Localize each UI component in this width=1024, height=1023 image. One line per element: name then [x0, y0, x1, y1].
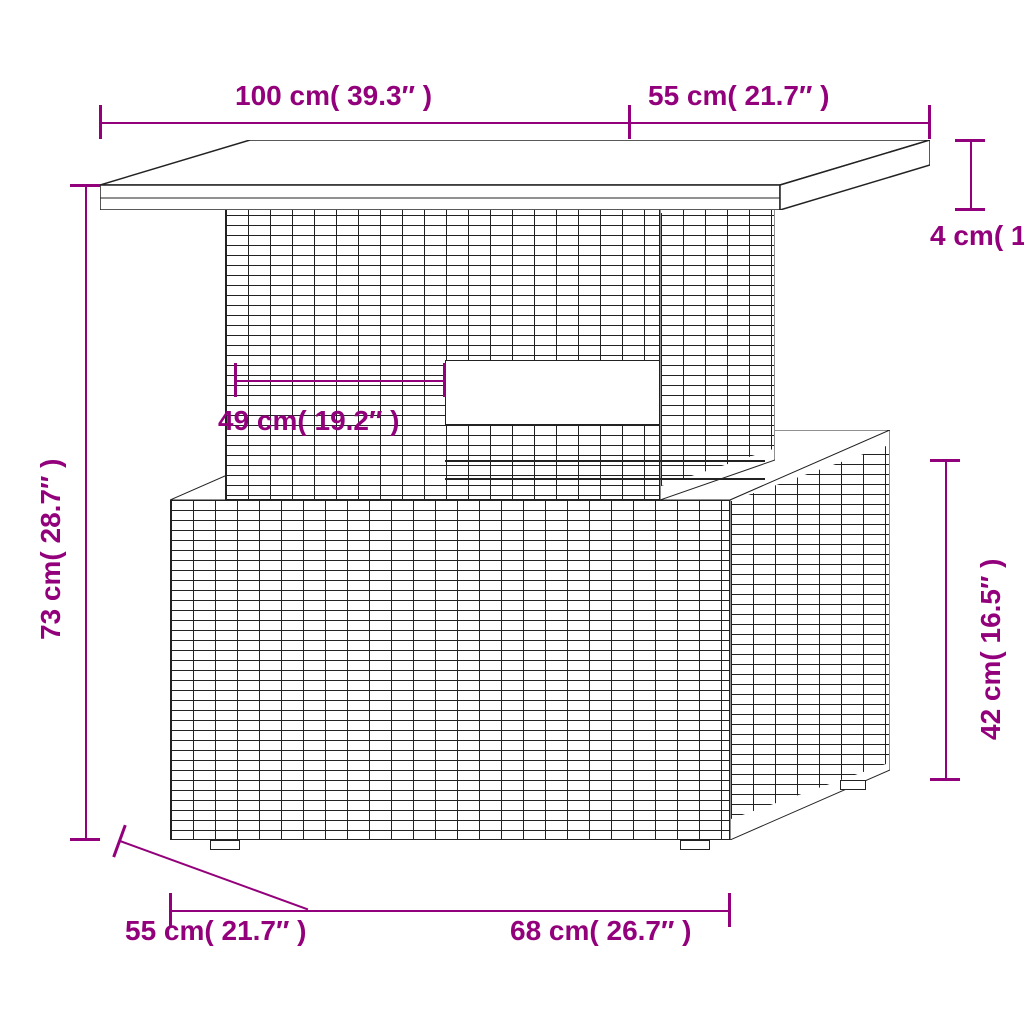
- dim-top-depth: 55 cm( 21.7″ ): [648, 80, 830, 112]
- foot: [680, 840, 710, 850]
- dimension-diagram: 100 cm( 39.3″ ) 55 cm( 21.7″ ) 4 cm( 1.6…: [0, 0, 1024, 1023]
- dim-line-slab: [970, 140, 972, 210]
- dim-total-h: 73 cm( 28.7″ ): [35, 458, 67, 640]
- base-front: [170, 500, 730, 840]
- pedestal-window: [445, 360, 660, 425]
- dim-line-base-d: [120, 840, 309, 910]
- dim-line-top-depth: [630, 122, 930, 124]
- pedestal-right-texture: [661, 176, 774, 486]
- dim-line-top-width: [100, 122, 630, 124]
- dim-base-d: 55 cm( 21.7″ ): [125, 915, 307, 947]
- dim-base-w: 68 cm( 26.7″ ): [510, 915, 692, 947]
- dim-line-shelf: [235, 380, 445, 382]
- dim-slab: 4 cm( 1.6″ ): [930, 220, 1024, 252]
- tabletop: [100, 140, 930, 210]
- base-right-texture: [731, 445, 889, 819]
- foot: [210, 840, 240, 850]
- foot: [840, 780, 866, 790]
- inner-rail: [445, 460, 765, 480]
- dim-line-total-h: [85, 185, 87, 840]
- pedestal-front: [225, 205, 660, 500]
- dim-top-width: 100 cm( 39.3″ ): [235, 80, 432, 112]
- dim-base-h: 42 cm( 16.5″ ): [975, 558, 1007, 740]
- dim-shelf: 49 cm( 19.2″ ): [218, 405, 400, 437]
- dim-line-base-w: [170, 910, 730, 912]
- dim-line-base-h: [945, 460, 947, 780]
